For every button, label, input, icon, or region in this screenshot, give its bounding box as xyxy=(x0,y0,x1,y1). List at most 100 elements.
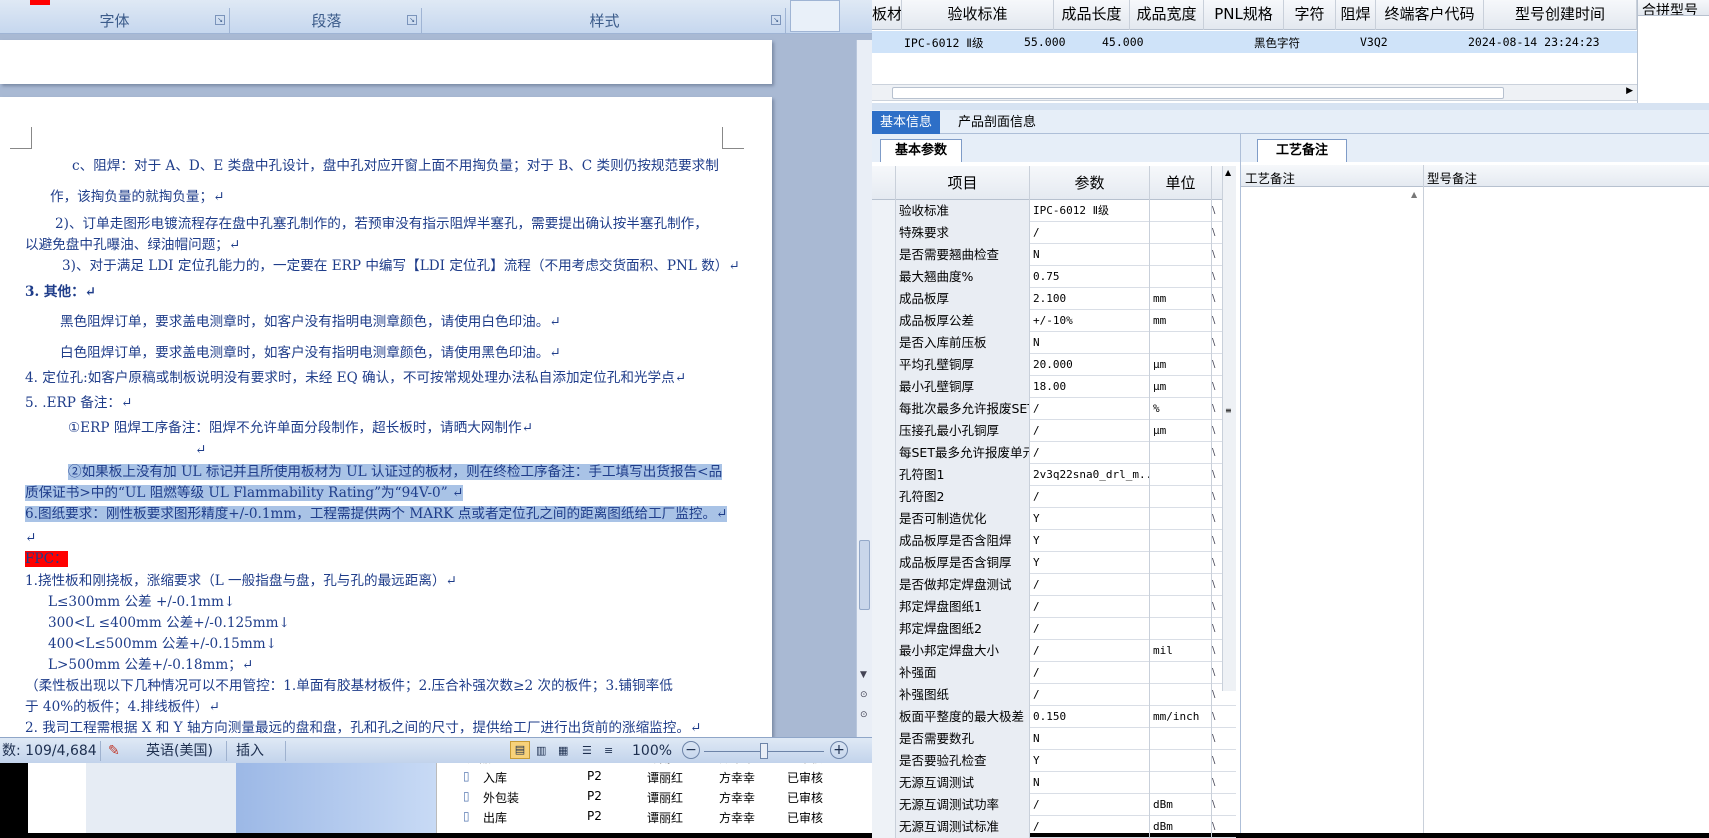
row-selector[interactable] xyxy=(872,728,896,750)
col-header[interactable]: 验收标准 xyxy=(902,0,1054,30)
row-selector[interactable] xyxy=(872,222,896,244)
row-selector[interactable] xyxy=(872,376,896,398)
document-line[interactable]: 6.图纸要求：刚性板要求图形精度+/-0.1mm，工程需提供两个 MARK 点或… xyxy=(25,505,728,523)
param-value[interactable]: / xyxy=(1030,640,1150,662)
param-value[interactable]: / xyxy=(1030,618,1150,640)
zoom-in-icon[interactable]: + xyxy=(830,741,848,759)
param-unit[interactable]: μm xyxy=(1150,376,1212,398)
param-value[interactable]: N xyxy=(1030,244,1150,266)
param-value[interactable]: / xyxy=(1030,222,1150,244)
col-header[interactable]: 阻焊 xyxy=(1336,0,1376,30)
param-unit[interactable]: mil xyxy=(1150,640,1212,662)
param-unit[interactable]: mm xyxy=(1150,310,1212,332)
param-unit[interactable] xyxy=(1150,684,1212,706)
row-selector[interactable] xyxy=(872,816,896,838)
tab-process-notes[interactable]: 工艺备注 xyxy=(1257,139,1348,162)
param-unit[interactable] xyxy=(1150,266,1212,288)
param-value[interactable]: Y xyxy=(1030,750,1150,772)
param-unit[interactable] xyxy=(1150,530,1212,552)
param-row[interactable]: 是否可制造优化 Y \ xyxy=(872,508,1236,530)
param-row[interactable]: 验收标准 IPC-6012 Ⅱ级 \ xyxy=(872,200,1236,222)
param-unit[interactable]: dBm xyxy=(1150,816,1212,838)
document-line[interactable]: 作，该掏负量的就掏负量；↵ xyxy=(50,188,225,206)
param-value[interactable]: / xyxy=(1030,420,1150,442)
param-unit[interactable] xyxy=(1150,552,1212,574)
document-line[interactable]: 1.挠性板和刚挠板，涨缩要求（L 一般指盘与盘，孔与孔的最远距离）↵ xyxy=(25,572,457,590)
param-row[interactable]: 是否入库前压板 N \ xyxy=(872,332,1236,354)
document-line[interactable]: 5. .ERP 备注：↵ xyxy=(25,394,132,412)
param-unit[interactable]: % xyxy=(1150,398,1212,420)
row-selector[interactable] xyxy=(872,310,896,332)
row-selector[interactable] xyxy=(872,288,896,310)
row-selector[interactable] xyxy=(872,332,896,354)
param-row[interactable]: 板面平整度的最大极差 0.150 mm/inch \ xyxy=(872,706,1236,728)
param-row[interactable]: 孔符图2/ \ xyxy=(872,486,1236,508)
dialog-launcher-icon[interactable]: ↘ xyxy=(407,15,417,25)
insert-mode[interactable]: 插入 xyxy=(236,741,264,761)
paragraph-group[interactable]: 段落 ↘ xyxy=(232,8,422,34)
param-value[interactable]: N xyxy=(1030,332,1150,354)
document-line[interactable]: 白色阻焊订单，要求盖电测章时，如客户没有指明电测章颜色，请使用黑色印油。↵ xyxy=(60,344,561,362)
param-value[interactable]: / xyxy=(1030,596,1150,618)
row-selector[interactable] xyxy=(872,508,896,530)
row-selector[interactable] xyxy=(872,442,896,464)
row-selector[interactable] xyxy=(872,552,896,574)
tree-row[interactable]: ▯ 出库 P2 谭丽红 方幸幸 已审核 xyxy=(437,807,873,827)
row-selector[interactable] xyxy=(872,398,896,420)
ribbon-extra[interactable] xyxy=(790,0,840,32)
param-unit[interactable] xyxy=(1150,574,1212,596)
document-line[interactable]: ②如果板上没有加 UL 标记并且所使用板材为 UL 认证过的板材，则在终检工序备… xyxy=(68,463,723,481)
param-row[interactable]: 无源互调测试标准 / dBm \ xyxy=(872,816,1236,838)
col-param[interactable]: 参数 xyxy=(1030,166,1150,200)
styles-group[interactable]: 样式 ↘ xyxy=(424,8,786,34)
param-value[interactable]: +/-10% xyxy=(1030,310,1150,332)
merge-model-header[interactable]: 合拼型号 xyxy=(1638,0,1709,16)
prev-page-icon[interactable]: ⊙ xyxy=(860,690,868,700)
param-value[interactable]: N xyxy=(1030,728,1150,750)
param-value[interactable]: Y xyxy=(1030,552,1150,574)
col-header[interactable]: 字符 xyxy=(1284,0,1336,30)
font-color-swatch[interactable] xyxy=(30,0,50,5)
scroll-right-icon[interactable]: ▶ xyxy=(1626,86,1633,96)
document-line[interactable]: 4. 定位孔:如客户原稿或制板说明没有要求时，未经 EQ 确认，不可按常规处理办… xyxy=(25,369,686,387)
splitter[interactable] xyxy=(872,103,1709,110)
vertical-scrollbar[interactable]: ▼ ⊙ ⊙ xyxy=(856,40,872,737)
document-line[interactable]: FPC： xyxy=(25,550,68,568)
param-unit[interactable] xyxy=(1150,442,1212,464)
param-row[interactable]: 无源互调测试 N \ xyxy=(872,772,1236,794)
scroll-up-icon[interactable]: ▲ xyxy=(1225,168,1231,177)
param-unit[interactable]: mm xyxy=(1150,288,1212,310)
param-value[interactable]: 20.000 xyxy=(1030,354,1150,376)
col-header[interactable]: 型号创建时间 xyxy=(1484,0,1637,30)
document-line[interactable]: 2)、订单走图形电镀流程存在盘中孔塞孔制作的，若预审没有指示阻焊半塞孔，需要提出… xyxy=(55,215,708,233)
font-group[interactable]: 字体 ↘ xyxy=(0,8,230,34)
word-count[interactable]: 数: 109/4,684 xyxy=(2,741,97,761)
param-value[interactable]: / xyxy=(1030,794,1150,816)
document-line[interactable]: ↵ xyxy=(25,529,36,547)
param-row[interactable]: 是否要验孔检查 Y \ xyxy=(872,750,1236,772)
param-row[interactable]: 最小邦定焊盘大小 / mil \ xyxy=(872,640,1236,662)
document-line[interactable]: 以避免盘中孔曝油、绿油帽问题；↵ xyxy=(25,236,240,254)
param-unit[interactable] xyxy=(1150,728,1212,750)
param-row[interactable]: 是否需要翘曲检查 N \ xyxy=(872,244,1236,266)
param-unit[interactable] xyxy=(1150,508,1212,530)
col-header[interactable]: 板材 xyxy=(872,0,902,30)
param-value[interactable]: / xyxy=(1030,816,1150,838)
col-unit[interactable]: 单位 xyxy=(1150,166,1212,200)
param-value[interactable]: N xyxy=(1030,772,1150,794)
scroll-arrow-down-icon[interactable]: ▼ xyxy=(860,670,867,680)
document-line[interactable]: 400<L≤500mm 公差+/-0.15mm↓ xyxy=(48,635,277,653)
param-row[interactable]: 补强面 / \ xyxy=(872,662,1236,684)
param-value[interactable]: Y xyxy=(1030,530,1150,552)
col-header[interactable]: PNL规格 xyxy=(1204,0,1284,30)
param-unit[interactable] xyxy=(1150,332,1212,354)
language[interactable]: 英语(美国) xyxy=(146,741,213,761)
param-unit[interactable] xyxy=(1150,596,1212,618)
row-selector[interactable] xyxy=(872,266,896,288)
zoom-slider-thumb[interactable] xyxy=(760,743,768,759)
param-row[interactable]: 无源互调测试功率 / dBm \ xyxy=(872,794,1236,816)
draft-icon[interactable]: ≡ xyxy=(604,741,613,761)
document-line[interactable]: c、阻焊：对于 A、D、E 类盘中孔设计，盘中孔对应开窗上面不用掏负量；对于 B… xyxy=(72,157,719,175)
row-selector[interactable] xyxy=(872,486,896,508)
print-layout-icon[interactable]: ▤ xyxy=(510,741,530,759)
